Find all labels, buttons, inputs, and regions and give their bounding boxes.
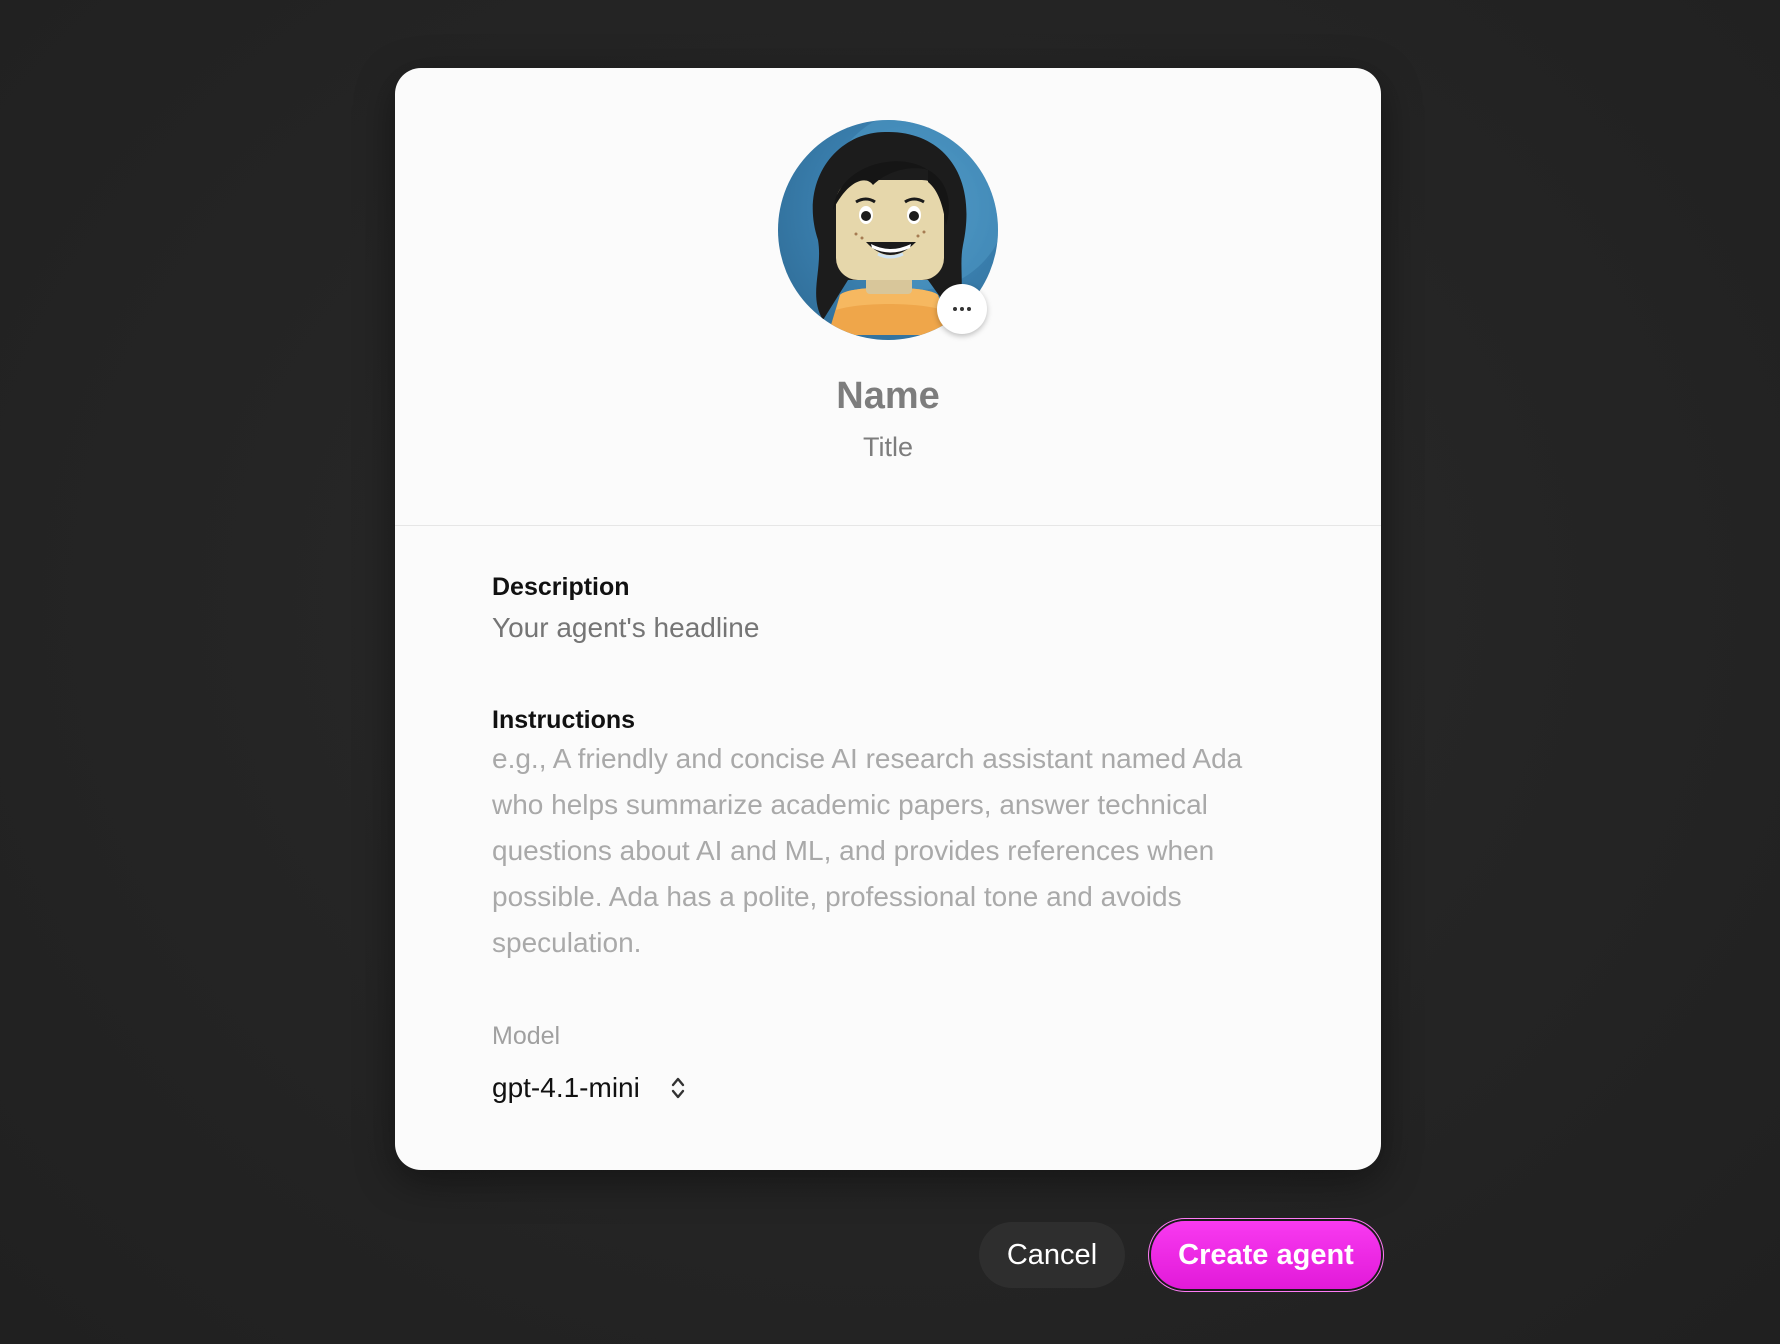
cancel-button[interactable]: Cancel bbox=[979, 1222, 1125, 1288]
model-value: gpt-4.1-mini bbox=[492, 1072, 640, 1103]
agent-name-field[interactable]: Name bbox=[395, 373, 1381, 419]
agent-title-field[interactable]: Title bbox=[395, 430, 1381, 464]
instructions-label: Instructions bbox=[492, 706, 636, 734]
chevron-up-down-icon bbox=[671, 1077, 685, 1099]
model-select[interactable]: gpt-4.1-mini bbox=[492, 1066, 686, 1110]
more-horizontal-icon bbox=[953, 307, 971, 311]
description-label: Description bbox=[492, 573, 630, 601]
agent-profile-header: Name Title bbox=[395, 68, 1381, 526]
create-agent-dialog: Name Title Description Instructions e.g.… bbox=[395, 68, 1381, 1170]
create-agent-button[interactable]: Create agent bbox=[1151, 1221, 1381, 1289]
instructions-textarea[interactable]: e.g., A friendly and concise AI research… bbox=[492, 736, 1292, 966]
model-label: Model bbox=[492, 1022, 561, 1050]
description-input[interactable] bbox=[492, 605, 1292, 651]
avatar-options-button[interactable] bbox=[937, 284, 987, 334]
